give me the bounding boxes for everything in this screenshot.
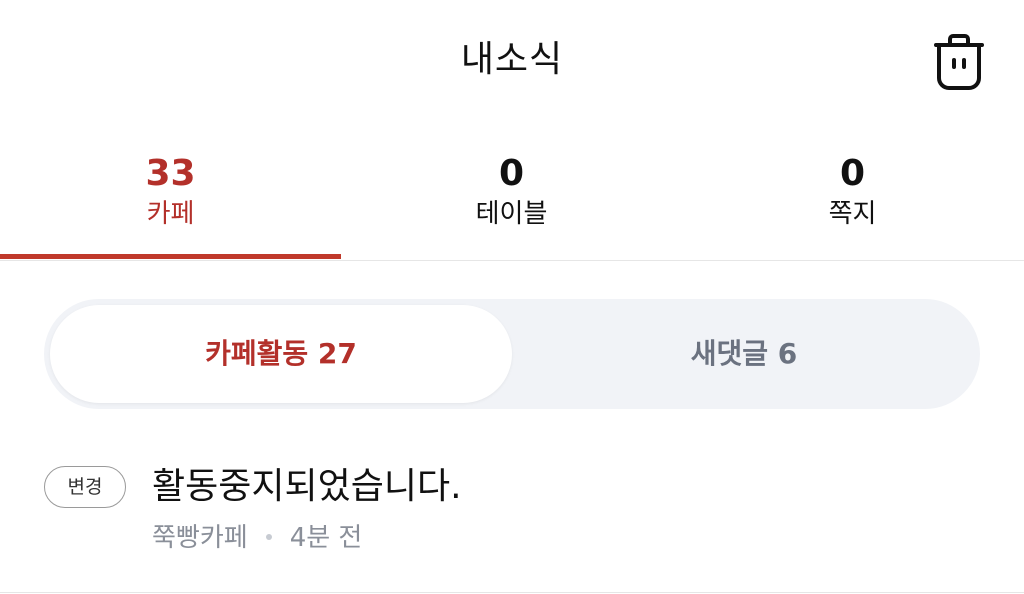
header: 내소식 bbox=[0, 0, 1024, 120]
tab-table[interactable]: 0 테이블 bbox=[341, 140, 682, 259]
notification-tabs: 33 카페 0 테이블 0 쪽지 bbox=[0, 140, 1024, 261]
tab-cafe-label: 카페 bbox=[146, 199, 195, 229]
notification-source: 쭉빵카페 bbox=[152, 523, 248, 553]
segmented-control: 카페활동 27 새댓글 6 bbox=[44, 299, 980, 409]
tab-message-count: 0 bbox=[839, 153, 866, 194]
trash-icon[interactable] bbox=[926, 30, 992, 96]
tab-message-label: 쪽지 bbox=[828, 199, 877, 229]
active-tab-indicator bbox=[0, 254, 341, 259]
tab-cafe[interactable]: 33 카페 bbox=[0, 140, 341, 259]
segment-new-comments[interactable]: 새댓글 6 bbox=[514, 305, 974, 403]
notification-title: 활동중지되었습니다. bbox=[152, 466, 462, 507]
status-badge: 변경 bbox=[44, 466, 126, 508]
separator-dot bbox=[265, 533, 272, 540]
tab-cafe-count: 33 bbox=[145, 153, 196, 194]
segment-cafe-activity[interactable]: 카페활동 27 bbox=[50, 305, 512, 403]
list-item[interactable]: 변경 활동중지되었습니다. 쭉빵카페 4분 전 bbox=[0, 440, 1024, 593]
tab-message[interactable]: 0 쪽지 bbox=[682, 140, 1023, 259]
tab-table-count: 0 bbox=[498, 153, 525, 194]
tab-table-label: 테이블 bbox=[475, 199, 548, 229]
notification-meta: 쭉빵카페 4분 전 bbox=[152, 520, 362, 556]
page-title: 내소식 bbox=[460, 39, 564, 80]
notification-time: 4분 전 bbox=[289, 523, 363, 553]
